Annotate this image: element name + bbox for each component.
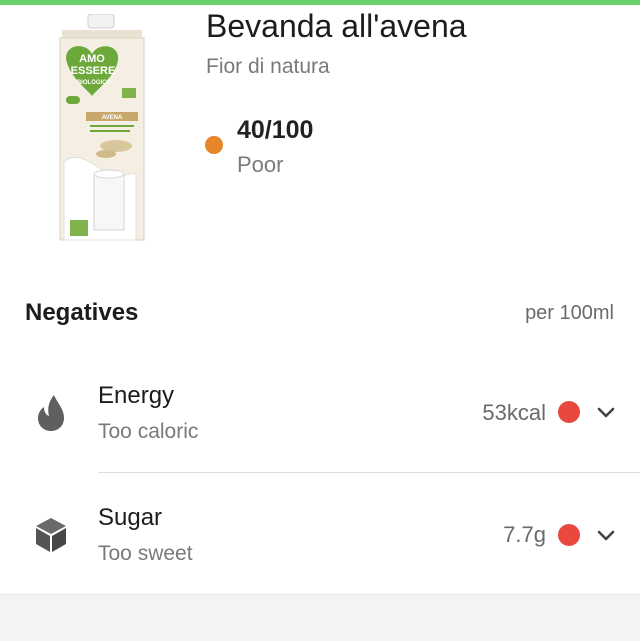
product-brand: Fior di natura [206, 55, 330, 78]
carton-brand-line-1: AMO [79, 53, 105, 65]
sugar-cube-icon [34, 516, 68, 554]
nutrient-row-energy[interactable]: Energy Too caloric 53kcal [0, 360, 640, 480]
oat-milk-carton-image: AMO ESSERE BIOLOGICO AVENA [59, 13, 145, 241]
product-title: Bevanda all'avena [206, 8, 467, 44]
nutrient-status-dot [558, 401, 580, 423]
nutrient-description: Too caloric [98, 420, 199, 443]
negatives-section-title: Negatives [25, 299, 139, 326]
nutrient-value: 53kcal [482, 400, 546, 425]
carton-brand-line-3: BIOLOGICO [77, 80, 112, 86]
chevron-down-icon[interactable] [596, 529, 616, 543]
nutrient-status-dot [558, 524, 580, 546]
product-image[interactable]: AMO ESSERE BIOLOGICO AVENA [56, 13, 148, 242]
row-divider [98, 472, 640, 473]
energy-flame-icon [34, 394, 68, 432]
bottom-section-band [0, 594, 640, 641]
score-label: Poor [237, 152, 284, 177]
carton-variety: AVENA [102, 115, 123, 121]
nutrient-row-sugar[interactable]: Sugar Too sweet 7.7g [0, 482, 640, 602]
negatives-unit-label: per 100ml [525, 302, 614, 324]
nutrient-name: Sugar [98, 504, 163, 531]
score-status-dot [205, 136, 223, 154]
nutrient-name: Energy [98, 382, 175, 409]
nutrient-description: Too sweet [98, 542, 193, 565]
chevron-down-icon[interactable] [596, 406, 616, 420]
nutrient-value: 7.7g [503, 522, 546, 547]
top-accent-bar [0, 0, 640, 5]
carton-brand-line-2: ESSERE [71, 65, 116, 77]
score-value: 40/100 [237, 116, 314, 144]
